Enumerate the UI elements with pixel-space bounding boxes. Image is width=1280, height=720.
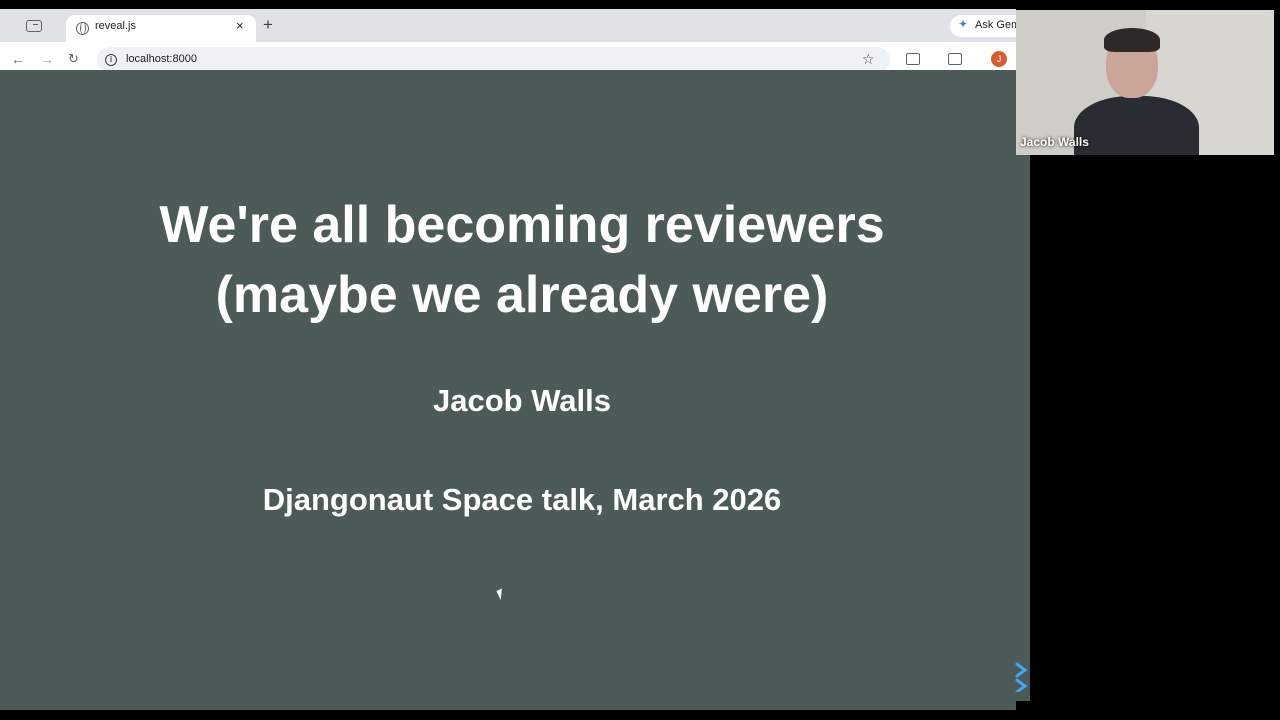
- reload-icon[interactable]: ↻: [68, 51, 79, 67]
- slide-event: Djangonaut Space talk, March 2026: [262, 482, 782, 517]
- tab-strip: reveal.js × + ✦ Ask Gemini: [0, 9, 1016, 42]
- webcam-feed: Jacob Walls: [1016, 10, 1274, 155]
- ask-gemini-label: Ask Gemini: [975, 19, 1016, 31]
- webcam-participant-name: Jacob Walls: [1020, 135, 1089, 149]
- extensions-icon[interactable]: [906, 53, 920, 65]
- globe-icon: [76, 22, 89, 35]
- slide[interactable]: We're all becoming reviewers (maybe we a…: [0, 70, 1030, 701]
- tab-close-icon[interactable]: ×: [236, 18, 244, 34]
- slide-author: Jacob Walls: [432, 383, 612, 418]
- slide-title: We're all becoming reviewers (maybe we a…: [22, 190, 1022, 330]
- next-slide-chevron-icon[interactable]: [1015, 662, 1030, 692]
- tab-switcher-icon[interactable]: [26, 20, 42, 32]
- tab-reveal-js[interactable]: reveal.js ×: [66, 15, 256, 42]
- bookmark-star-icon[interactable]: ☆: [862, 51, 875, 67]
- forward-arrow-icon[interactable]: →: [40, 51, 54, 67]
- address-url: localhost:8000: [126, 53, 197, 65]
- tab-title: reveal.js: [95, 20, 136, 32]
- ask-gemini-button[interactable]: ✦ Ask Gemini: [950, 15, 1016, 37]
- webcam-person-body: [1074, 96, 1199, 155]
- side-panel-icon[interactable]: [948, 53, 962, 65]
- back-arrow-icon[interactable]: ←: [11, 51, 25, 67]
- slide-title-line-2: (maybe we already were): [215, 266, 829, 324]
- gemini-sparkle-icon: ✦: [958, 17, 969, 31]
- webcam-person-hair: [1104, 28, 1160, 52]
- info-icon[interactable]: i: [105, 54, 117, 66]
- slide-title-line-1: We're all becoming reviewers: [159, 196, 885, 254]
- new-tab-button[interactable]: +: [263, 16, 273, 34]
- profile-avatar[interactable]: J: [991, 51, 1007, 67]
- mouse-cursor-icon: [496, 585, 512, 601]
